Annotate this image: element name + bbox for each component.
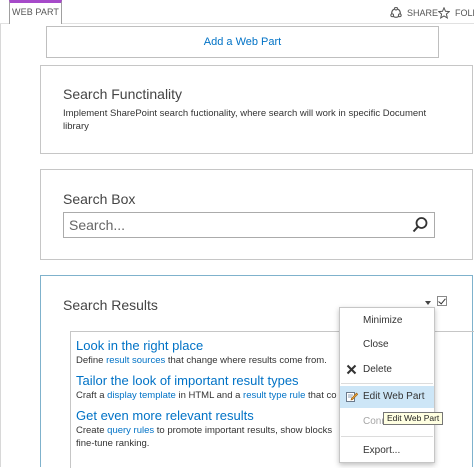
share-button[interactable]: SHARE (390, 5, 438, 21)
menu-item-export[interactable]: Export... (340, 440, 434, 462)
add-web-part-zone: Add a Web Part (46, 26, 439, 58)
tab-web-part[interactable]: WEB PART (9, 0, 62, 24)
follow-label: FOLLO (455, 8, 474, 18)
menu-separator (341, 383, 433, 384)
web-part-description: Implement SharePoint search fuctionality… (63, 108, 427, 132)
page-divider (0, 24, 1, 467)
web-part-title: Search Results (63, 297, 158, 313)
menu-separator (341, 436, 433, 437)
edit-web-part-icon (346, 392, 358, 402)
ribbon-bar: WEB PART SHARE FOLLO (0, 0, 474, 24)
search-button[interactable] (410, 216, 430, 234)
star-icon (438, 7, 450, 19)
web-part-search-box: Search Box (40, 169, 473, 260)
menu-item-edit-web-part[interactable]: Edit Web Part (340, 386, 434, 408)
share-label: SHARE (407, 8, 439, 18)
web-part-title: Search Functinality (63, 86, 183, 102)
result-type-rule-link[interactable]: result type rule (243, 390, 305, 401)
search-box (63, 212, 435, 238)
query-rules-link[interactable]: query rules (107, 425, 154, 436)
search-icon (412, 217, 428, 233)
display-template-link[interactable]: display template (107, 390, 176, 401)
follow-button[interactable]: FOLLO (438, 5, 474, 21)
web-part-menu-dropdown-icon[interactable] (425, 301, 431, 305)
menu-item-close[interactable]: Close (340, 334, 434, 356)
result-sources-link[interactable]: result sources (106, 355, 165, 366)
share-icon (390, 7, 402, 18)
search-input[interactable] (64, 213, 404, 237)
web-part-context-menu: Minimize Close Delete Edit Web Part Conn… (339, 307, 435, 463)
menu-item-minimize[interactable]: Minimize (340, 310, 434, 332)
web-part-select-checkbox[interactable] (437, 296, 447, 306)
tooltip: Edit Web Part (383, 412, 444, 425)
delete-icon (346, 364, 357, 375)
add-web-part-link[interactable]: Add a Web Part (204, 36, 281, 48)
web-part-search-functionality: Search Functinality Implement SharePoint… (40, 65, 473, 154)
web-part-title: Search Box (63, 191, 136, 207)
menu-item-delete[interactable]: Delete (340, 359, 434, 381)
